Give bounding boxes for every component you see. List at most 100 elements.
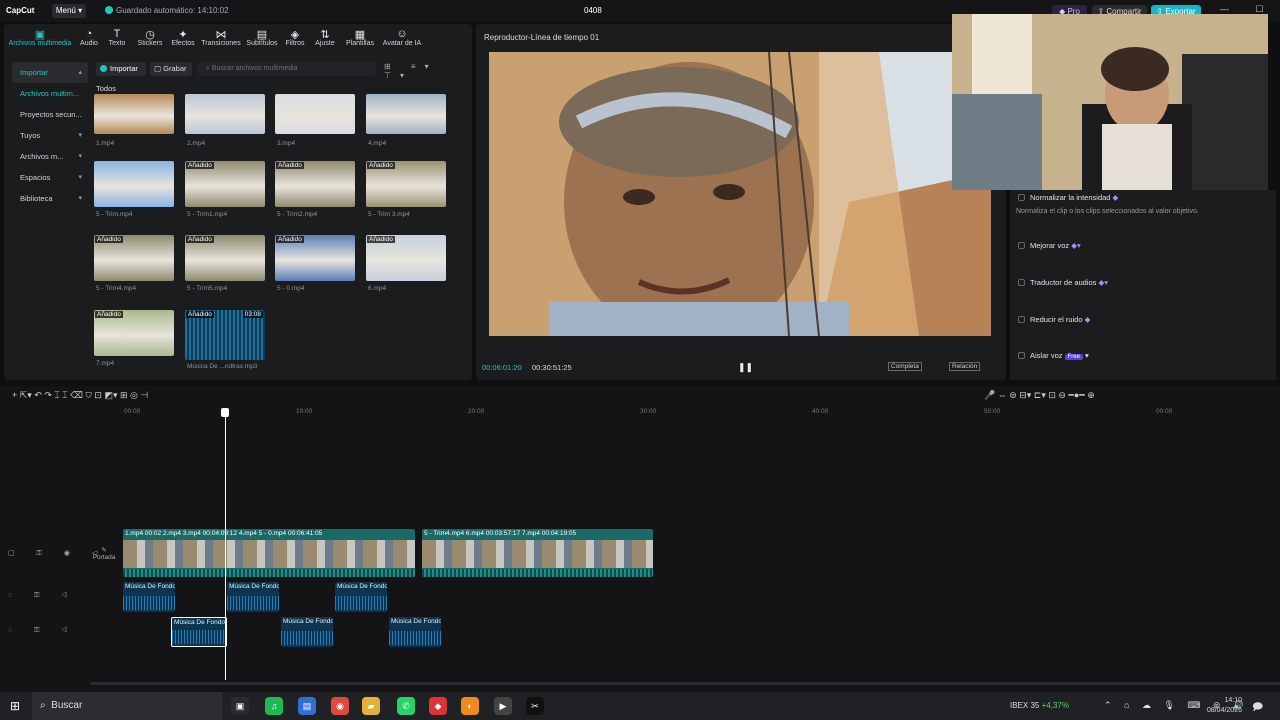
toolbar-subt-tulos[interactable]: ▤ Subtítulos <box>244 24 280 54</box>
timeline-scrollbar[interactable] <box>90 682 1280 685</box>
premium-icon: ◆▾ <box>1071 241 1081 250</box>
media-thumbnail[interactable] <box>275 94 355 134</box>
media-thumbnail[interactable]: Añadido <box>366 235 446 281</box>
media-thumbnail[interactable]: Añadido <box>94 310 174 356</box>
media-thumbnail[interactable] <box>366 94 446 134</box>
playhead[interactable] <box>225 412 226 680</box>
audio-clip[interactable]: Música De Fondo <box>171 617 227 647</box>
media-thumbnail[interactable]: Añadido 03:08 <box>185 310 265 360</box>
toolbar-ajuste[interactable]: ⇅ Ajuste <box>310 24 340 54</box>
timeline-ruler[interactable]: 00:00 10:00 20:00 30:00 40:00 50:00 00:00 <box>120 408 1280 418</box>
toolbar-archivos-multimedia[interactable]: ▣ Archivos multimedia <box>4 24 76 54</box>
added-badge: Añadido <box>276 162 304 169</box>
audio-translator-option[interactable]: Traductor de audios ◆▾ <box>1018 278 1108 287</box>
toolbar-filtros[interactable]: ◈ Filtros <box>280 24 310 54</box>
taskbar-app-icon[interactable]: ✆ <box>397 697 415 715</box>
audio-translator-checkbox[interactable] <box>1018 279 1025 286</box>
media-thumbnail[interactable] <box>185 94 265 134</box>
search-placeholder: Buscar archivos multimedia <box>211 65 298 72</box>
added-badge: Añadido <box>276 236 304 243</box>
normalize-option[interactable]: Normalizar la intensidad ◆ <box>1018 193 1118 202</box>
clip-label: 1.mp4 00:02 2.mp4 3.mp4 00:04:09:12 4.mp… <box>125 530 323 537</box>
view-options[interactable]: ⊞ ≡▾ ⊤▾ <box>384 62 472 80</box>
record-button[interactable]: ▢ Grabar <box>150 62 192 76</box>
media-filename: 6.mp4 <box>368 285 387 292</box>
media-thumbnail[interactable]: Añadido <box>275 161 355 207</box>
toolbar-texto[interactable]: T Texto <box>102 24 132 54</box>
audio-clip[interactable]: Música De Fondo <box>227 582 279 612</box>
taskbar-app-icon[interactable]: ▣ <box>231 697 249 715</box>
audio-clip[interactable]: Música De Fondo <box>389 617 441 647</box>
clock[interactable]: 14:10 08/04/2026 <box>1196 696 1242 716</box>
media-thumbnail[interactable] <box>94 94 174 134</box>
timeline-tools-right[interactable]: 🎤 ⇔ ⊜ ⊟▾ ⊏▾ ⊡ ⊖ ━●━ ⊕ <box>984 390 1095 401</box>
enhance-voice-checkbox[interactable] <box>1018 242 1025 249</box>
toolbar-plantillas[interactable]: ▦ Plantillas <box>340 24 380 54</box>
taskbar-app-icon[interactable]: ◆ <box>429 697 447 715</box>
taskbar-search[interactable]: ⌕ Buscar <box>32 692 222 720</box>
taskbar-app-icon[interactable]: ◉ <box>331 697 349 715</box>
nav-item-2[interactable]: Proyectos secun... <box>12 104 88 125</box>
timeline-tools-left[interactable]: + ⇱▾ ↶ ↷ ⌶ ⌶ ⌫ ⛉ ⊡ ◩▾ ⊞ ◎ ⊣ <box>12 390 148 401</box>
pause-button[interactable]: ❚❚ <box>738 362 753 373</box>
video-preview[interactable] <box>489 52 991 336</box>
menu-button[interactable]: Menú ▾ <box>52 4 86 18</box>
audio-track2-controls[interactable]: ◌ ⚿ ◁ <box>8 627 77 635</box>
media-thumbnail[interactable]: Añadido <box>185 235 265 281</box>
audio-clip[interactable]: Música De Fondo <box>335 582 387 612</box>
noise-reduction-option[interactable]: Reducir el ruido ◆ <box>1018 315 1090 324</box>
playhead-handle[interactable] <box>221 408 229 417</box>
nav-item-6[interactable]: Biblioteca ▾ <box>12 188 88 209</box>
nav-item-4[interactable]: Archivos m... ▾ <box>12 146 88 167</box>
aspect-ratio-button[interactable]: Relación <box>949 362 981 371</box>
toolbar-efectos[interactable]: ✦ Efectos <box>168 24 198 54</box>
app-logo: CapCut <box>6 6 35 15</box>
isolate-voice-checkbox[interactable] <box>1018 352 1025 359</box>
nav-item-1[interactable]: Archivos multim... <box>12 83 88 104</box>
media-thumbnail[interactable]: Añadido <box>366 161 446 207</box>
nav-item-3[interactable]: Tuyos ▾ <box>12 125 88 146</box>
enhance-voice-option[interactable]: Mejorar voz ◆▾ <box>1018 241 1081 250</box>
nav-label: Biblioteca <box>20 194 53 203</box>
notification-icon[interactable]: 🗩 <box>1252 700 1263 717</box>
toolbar-transiciones[interactable]: ⋈ Transiciones <box>198 24 244 54</box>
taskbar-app-icon[interactable]: ✂ <box>526 697 544 715</box>
media-thumbnail[interactable]: Añadido <box>94 235 174 281</box>
isolate-voice-option[interactable]: Aislar voz Free ▾ <box>1018 351 1089 360</box>
toolbar-avatar-de-ia[interactable]: ☺ Avatar de IA <box>380 24 424 54</box>
windows-start-icon[interactable]: ⊞ <box>10 699 20 713</box>
taskbar-app-icon[interactable]: ▤ <box>298 697 316 715</box>
clip-label: Música De Fondo <box>283 618 333 625</box>
media-search-input[interactable]: ⌕ Buscar archivos multimedia <box>198 62 376 76</box>
normalize-checkbox[interactable] <box>1018 194 1025 201</box>
added-badge: Añadido <box>186 311 214 318</box>
media-thumbnail[interactable]: Añadido <box>275 235 355 281</box>
taskbar-app-icon[interactable]: ▶ <box>494 697 512 715</box>
taskbar-app-icon[interactable]: ▰ <box>362 697 380 715</box>
import-icon <box>100 65 107 72</box>
audio-clip[interactable]: Música De Fondo <box>281 617 333 647</box>
media-thumbnail[interactable] <box>94 161 174 207</box>
nav-item-5[interactable]: Espacios ▾ <box>12 167 88 188</box>
toolbar-stickers[interactable]: ◷ Stickers <box>132 24 168 54</box>
full-quality-button[interactable]: Completa <box>888 362 922 371</box>
audio-waveform <box>389 631 441 645</box>
added-badge: Añadido <box>95 236 123 243</box>
audio-track1-controls[interactable]: ◌ ⚿ ◁ <box>8 592 77 600</box>
media-filename: 5 - Trim.mp4 <box>96 211 133 218</box>
media-filename: 2.mp4 <box>187 140 206 147</box>
import-button[interactable]: Importar <box>96 62 146 76</box>
nav-item-0[interactable]: Importar ▴ <box>12 62 88 83</box>
nav-label: Tuyos <box>20 131 41 140</box>
stock-widget[interactable]: IBEX 35 +4,37% <box>1010 701 1069 710</box>
noise-reduction-checkbox[interactable] <box>1018 316 1025 323</box>
video-track-controls[interactable]: ▢ ⚿ ◉ ◁ <box>8 549 107 558</box>
taskbar-app-icon[interactable]: ◐ <box>461 697 479 715</box>
video-clip[interactable]: 1.mp4 00:02 2.mp4 3.mp4 00:04:09:12 4.mp… <box>123 529 415 577</box>
audio-clip[interactable]: Música De Fondo <box>123 582 175 612</box>
taskbar-app-icon[interactable]: ♫ <box>265 697 283 715</box>
media-thumbnail[interactable]: Añadido <box>185 161 265 207</box>
video-clip[interactable]: 5 - Trim4.mp4 6.mp4 00:03:57:17 7.mp4 00… <box>422 529 653 577</box>
player-title: Reproductor-Línea de tiempo 01 <box>484 33 600 42</box>
toolbar-audio[interactable]: ◔ Audio <box>76 24 102 54</box>
